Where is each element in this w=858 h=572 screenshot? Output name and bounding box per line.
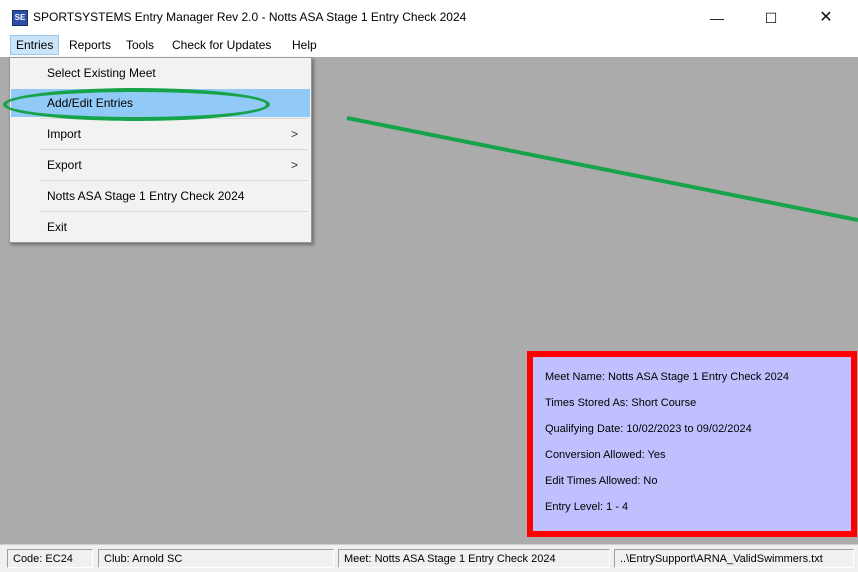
entries-dropdown-menu: Select Existing Meet Add/Edit Entries Im… xyxy=(9,57,312,243)
status-code: Code: EC24 xyxy=(7,549,93,568)
menu-entries-label: Entries xyxy=(16,38,54,52)
menu-help[interactable]: Help xyxy=(287,35,322,55)
edit-times-allowed-text: Edit Times Allowed: No xyxy=(545,475,658,487)
app-icon[interactable]: SE xyxy=(12,10,28,26)
maximize-button[interactable]: ☐ xyxy=(748,6,794,30)
status-club: Club: Arnold SC xyxy=(98,549,334,568)
menu-item-current-meet[interactable]: Notts ASA Stage 1 Entry Check 2024 xyxy=(11,182,310,210)
times-stored-text: Times Stored As: Short Course xyxy=(545,397,697,409)
menu-item-select-existing-meet[interactable]: Select Existing Meet xyxy=(11,59,310,87)
menu-reports[interactable]: Reports xyxy=(64,35,116,55)
menu-help-label: Help xyxy=(292,38,317,52)
chevron-right-icon: > xyxy=(290,158,298,172)
annotation-ellipse xyxy=(3,88,270,121)
menu-item-exit[interactable]: Exit xyxy=(11,213,310,241)
menu-item-export[interactable]: Export > xyxy=(11,151,310,179)
meet-info-panel: Meet Name: Notts ASA Stage 1 Entry Check… xyxy=(527,351,857,537)
menu-entries[interactable]: Entries xyxy=(10,35,60,55)
menu-item-label: Notts ASA Stage 1 Entry Check 2024 xyxy=(47,189,245,203)
menu-reports-label: Reports xyxy=(69,38,112,52)
window-title: SPORTSYSTEMS Entry Manager Rev 2.0 - Not… xyxy=(33,10,467,24)
green-arrow-line xyxy=(346,116,858,222)
conversion-allowed-text: Conversion Allowed: Yes xyxy=(545,449,666,461)
menu-item-label: Export xyxy=(47,158,82,172)
chevron-right-icon: > xyxy=(290,127,298,141)
menu-separator xyxy=(40,211,308,212)
entry-level-text: Entry Level: 1 - 4 xyxy=(545,501,629,513)
close-button[interactable]: ✕ xyxy=(803,6,849,30)
menu-check-for-updates[interactable]: Check for Updates xyxy=(167,35,276,55)
qualifying-date-text: Qualifying Date: 10/02/2023 to 09/02/202… xyxy=(545,423,752,435)
menu-bar: Entries Reports Tools Check for Updates … xyxy=(0,35,858,57)
menu-tools[interactable]: Tools xyxy=(121,35,159,55)
menu-tools-label: Tools xyxy=(126,38,155,52)
menu-item-label: Exit xyxy=(47,220,68,234)
minimize-button[interactable]: — xyxy=(694,6,740,30)
menu-item-import[interactable]: Import > xyxy=(11,120,310,148)
status-meet: Meet: Notts ASA Stage 1 Entry Check 2024 xyxy=(338,549,610,568)
meet-name-text: Meet Name: Notts ASA Stage 1 Entry Check… xyxy=(545,371,789,383)
menu-item-label: Import xyxy=(47,127,82,141)
status-bar: Code: EC24 Club: Arnold SC Meet: Notts A… xyxy=(0,544,858,572)
menu-item-label: Select Existing Meet xyxy=(47,66,156,80)
title-bar: SE SPORTSYSTEMS Entry Manager Rev 2.0 - … xyxy=(0,0,858,35)
menu-check-for-updates-label: Check for Updates xyxy=(172,38,272,52)
menu-separator xyxy=(40,149,308,150)
menu-separator xyxy=(40,180,308,181)
status-file: ..\EntrySupport\ARNA_ValidSwimmers.txt xyxy=(614,549,854,568)
